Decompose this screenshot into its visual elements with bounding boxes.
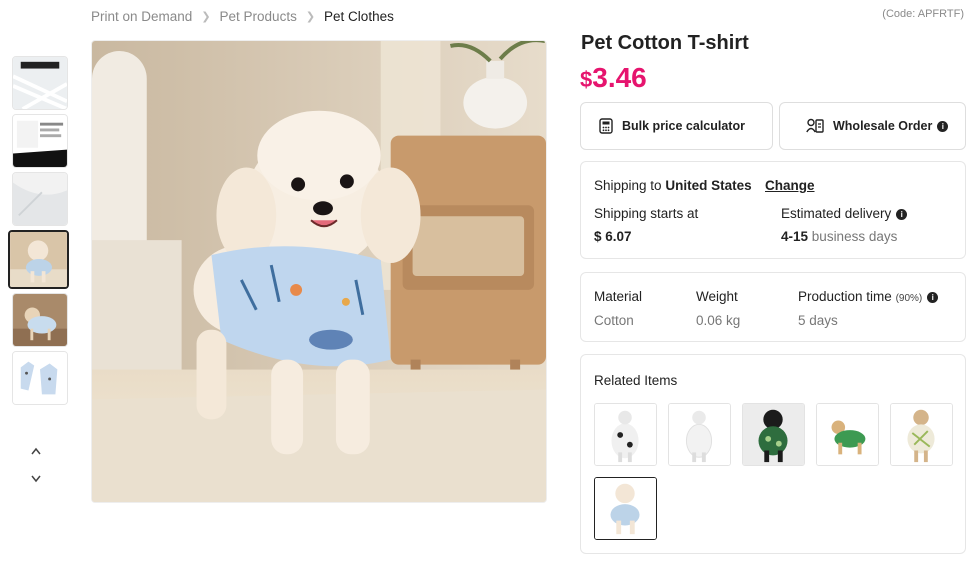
related-items-card: Related Items [580,354,966,554]
shipping-starts-value: $ 6.07 [594,229,632,244]
breadcrumb: Print on Demand ❯ Pet Products ❯ Pet Clo… [91,7,394,25]
shipping-starts-label: Shipping starts at [594,206,699,221]
breadcrumb-separator: ❯ [201,10,211,23]
material-value: Cotton [594,313,634,328]
wholesale-list-icon [806,118,824,133]
production-time-text: Production time [798,289,892,304]
wholesale-order-button[interactable]: Wholesale Order i [779,102,966,150]
estimated-delivery-value: 4-15 business days [781,229,897,244]
breadcrumb-current: Pet Clothes [324,8,394,24]
calculator-icon [599,118,613,134]
bulk-price-calculator-button[interactable]: Bulk price calculator [580,102,773,150]
weight-value: 0.06 kg [696,313,741,328]
thumbnail-strip [8,56,70,409]
related-item-3[interactable] [742,403,805,466]
info-icon[interactable]: i [896,209,908,220]
thumbnail-fabric-display[interactable] [12,56,68,110]
delivery-range: 4-15 [781,229,809,244]
main-product-image [91,40,547,503]
thumbnail-poodle-selected[interactable] [8,230,69,289]
delivery-unit: business days [811,229,898,244]
bulk-price-calculator-label: Bulk price calculator [622,119,745,133]
chevron-up-icon[interactable] [30,444,42,458]
weight-label: Weight [696,289,738,304]
price-currency: $ [580,67,593,92]
thumbnail-size-chart[interactable] [12,114,68,168]
specs-card: Material Cotton Weight 0.06 kg Productio… [580,272,966,342]
production-time-label: Production time (90%) i [798,289,939,304]
related-item-1[interactable] [594,403,657,466]
shipping-card: Shipping to United States Change Shippin… [580,161,966,259]
breadcrumb-separator: ❯ [305,10,316,23]
related-item-5[interactable] [890,403,953,466]
thumbnail-dog-side[interactable] [12,293,68,347]
related-item-2[interactable] [668,403,731,466]
wholesale-order-label: Wholesale Order [833,119,933,133]
product-code: (Code: APFRTF) [882,8,964,20]
thumbnail-fabric-detail[interactable] [12,172,68,226]
change-country-link[interactable]: Change [765,178,815,193]
breadcrumb-link-pet-products[interactable]: Pet Products [220,9,297,24]
related-item-4[interactable] [816,403,879,466]
production-time-value: 5 days [798,313,838,328]
info-icon[interactable]: i [927,292,939,303]
related-item-6-selected[interactable] [594,477,657,540]
shipping-destination: Shipping to United States [594,178,752,193]
product-title: Pet Cotton T-shirt [581,32,749,54]
related-items-title: Related Items [594,373,678,388]
production-time-note: (90%) [895,293,923,304]
estimated-delivery-text: Estimated delivery [781,206,892,221]
breadcrumb-link-print-on-demand[interactable]: Print on Demand [91,9,192,24]
shipping-country: United States [665,178,752,193]
estimated-delivery-label: Estimated delivery i [781,206,908,221]
thumbnail-shirt-flat[interactable] [12,351,68,405]
info-icon[interactable]: i [937,120,949,132]
material-label: Material [594,289,643,304]
product-price: $3.46 [580,62,647,94]
shipping-to-label: Shipping to [594,178,662,193]
chevron-down-icon[interactable] [30,472,42,486]
price-value: 3.46 [592,62,647,93]
